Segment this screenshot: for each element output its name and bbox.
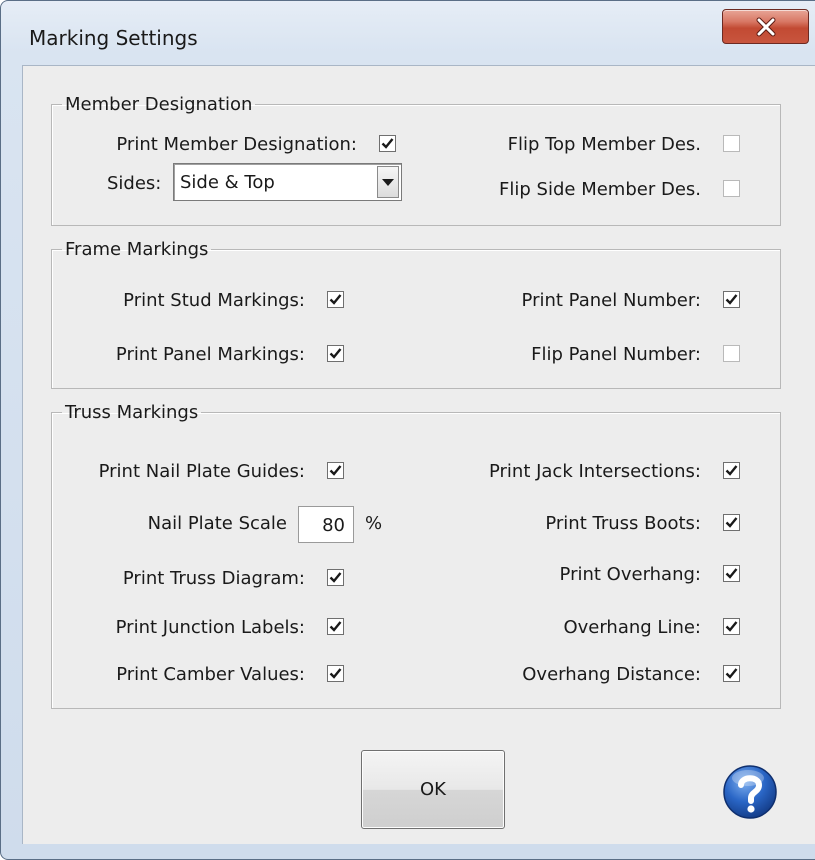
help-icon[interactable] bbox=[721, 763, 779, 821]
print-panel-number-checkbox[interactable] bbox=[723, 291, 740, 308]
print-stud-markings-label: Print Stud Markings: bbox=[123, 290, 305, 311]
flip-side-member-des-label: Flip Side Member Des. bbox=[499, 179, 701, 200]
overhang-line-checkbox[interactable] bbox=[723, 618, 740, 635]
print-truss-diagram-checkbox[interactable] bbox=[327, 569, 344, 586]
truss-markings-legend: Truss Markings bbox=[65, 402, 199, 423]
overhang-line-label: Overhang Line: bbox=[563, 617, 701, 638]
overhang-distance-checkbox[interactable] bbox=[723, 665, 740, 682]
print-truss-boots-label: Print Truss Boots: bbox=[545, 513, 701, 534]
truss-markings-group: Truss Markings bbox=[51, 402, 781, 709]
print-truss-diagram-label: Print Truss Diagram: bbox=[122, 568, 305, 589]
flip-side-member-des-checkbox[interactable] bbox=[723, 180, 740, 197]
sides-select[interactable]: Side & Top bbox=[173, 163, 402, 201]
flip-panel-number-label: Flip Panel Number: bbox=[531, 344, 701, 365]
print-overhang-label: Print Overhang: bbox=[559, 564, 701, 585]
checkmark-icon bbox=[725, 621, 738, 632]
flip-top-member-des-label: Flip Top Member Des. bbox=[507, 134, 701, 155]
print-panel-markings-checkbox[interactable] bbox=[327, 345, 344, 362]
print-jack-intersections-checkbox[interactable] bbox=[723, 462, 740, 479]
nail-plate-scale-label: Nail Plate Scale bbox=[147, 513, 287, 534]
print-stud-markings-checkbox[interactable] bbox=[327, 291, 344, 308]
print-member-designation-label: Print Member Designation: bbox=[116, 134, 357, 155]
title-bar: Marking Settings bbox=[1, 1, 815, 61]
close-icon bbox=[756, 17, 776, 37]
frame-markings-legend: Frame Markings bbox=[65, 239, 209, 260]
sides-select-value: Side & Top bbox=[180, 172, 275, 193]
flip-top-member-des-checkbox[interactable] bbox=[723, 135, 740, 152]
close-button[interactable] bbox=[722, 9, 809, 44]
chevron-down-icon bbox=[382, 179, 394, 186]
print-camber-values-label: Print Camber Values: bbox=[116, 664, 305, 685]
dialog-client-area: Member Designation Print Member Designat… bbox=[22, 65, 815, 844]
checkmark-icon bbox=[329, 294, 342, 305]
print-overhang-checkbox[interactable] bbox=[723, 565, 740, 582]
checkmark-icon bbox=[329, 668, 342, 679]
print-camber-values-checkbox[interactable] bbox=[327, 665, 344, 682]
checkmark-icon bbox=[381, 138, 394, 149]
print-member-designation-checkbox[interactable] bbox=[379, 135, 396, 152]
frame-markings-group: Frame Markings bbox=[51, 239, 781, 389]
checkmark-icon bbox=[725, 465, 738, 476]
checkmark-icon bbox=[329, 572, 342, 583]
member-designation-group: Member Designation bbox=[51, 94, 781, 226]
print-nail-plate-guides-checkbox[interactable] bbox=[327, 462, 344, 479]
ok-button[interactable]: OK bbox=[361, 750, 505, 829]
print-truss-boots-checkbox[interactable] bbox=[723, 514, 740, 531]
flip-panel-number-checkbox[interactable] bbox=[723, 345, 740, 362]
print-panel-number-label: Print Panel Number: bbox=[521, 290, 701, 311]
print-nail-plate-guides-label: Print Nail Plate Guides: bbox=[98, 461, 305, 482]
sides-dropdown-button[interactable] bbox=[377, 166, 399, 198]
member-designation-legend: Member Designation bbox=[65, 94, 253, 115]
checkmark-icon bbox=[329, 465, 342, 476]
window-title: Marking Settings bbox=[29, 26, 198, 50]
nail-plate-scale-unit: % bbox=[365, 513, 383, 534]
print-junction-labels-checkbox[interactable] bbox=[327, 618, 344, 635]
sides-label: Sides: bbox=[107, 173, 162, 194]
checkmark-icon bbox=[329, 621, 342, 632]
checkmark-icon bbox=[329, 348, 342, 359]
marking-settings-window: Marking Settings Member Designation Prin… bbox=[0, 0, 815, 860]
print-junction-labels-label: Print Junction Labels: bbox=[115, 617, 305, 638]
checkmark-icon bbox=[725, 517, 738, 528]
overhang-distance-label: Overhang Distance: bbox=[522, 664, 701, 685]
print-jack-intersections-label: Print Jack Intersections: bbox=[488, 461, 701, 482]
checkmark-icon bbox=[725, 294, 738, 305]
checkmark-icon bbox=[725, 568, 738, 579]
checkmark-icon bbox=[725, 668, 738, 679]
print-panel-markings-label: Print Panel Markings: bbox=[115, 344, 305, 365]
nail-plate-scale-input[interactable]: 80 bbox=[298, 506, 354, 543]
